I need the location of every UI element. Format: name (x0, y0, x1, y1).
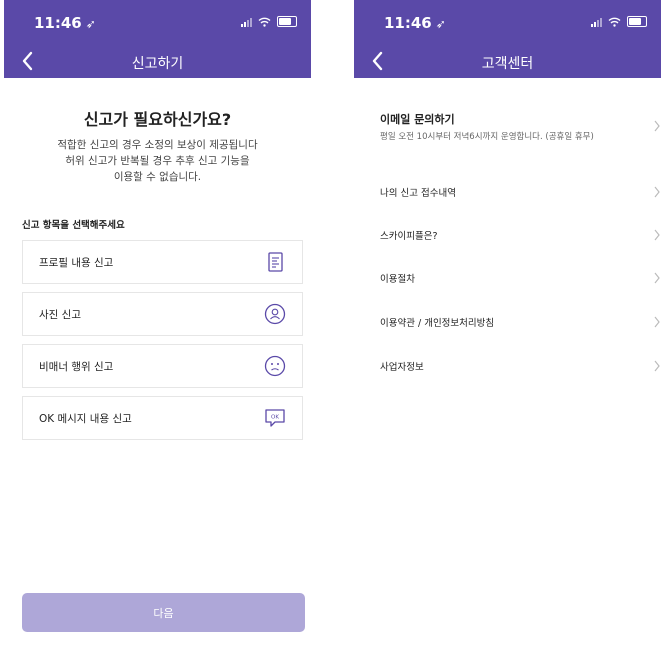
option-label: 프로필 내용 신고 (39, 256, 114, 269)
chevron-right-icon (654, 120, 660, 132)
option-label: OK 메시지 내용 신고 (39, 412, 132, 425)
description-line: 허위 신고가 반복될 경우 추후 신고 기능을 (65, 155, 250, 167)
support-item-about[interactable]: 스카이피플은? (354, 219, 661, 253)
report-description: 적합한 신고의 경우 소정의 보상이 제공됩니다 허위 신고가 반복될 경우 추… (4, 137, 311, 185)
ok-icon-text: OK (271, 415, 279, 421)
description-line: 적합한 신고의 경우 소정의 보상이 제공됩니다 (57, 139, 258, 151)
person-icon (264, 303, 286, 325)
support-item-procedure[interactable]: 이용절차 (354, 262, 661, 296)
option-manner-report[interactable]: 비매너 행위 신고 (22, 344, 303, 388)
option-ok-message-report[interactable]: OK 메시지 내용 신고 OK (22, 396, 303, 440)
option-profile-report[interactable]: 프로필 내용 신고 (22, 240, 303, 284)
ok-message-icon: OK (265, 409, 285, 427)
support-item-label: 나의 신고 접수내역 (380, 188, 456, 199)
option-label: 사진 신고 (39, 308, 81, 321)
report-screen: 11:46 ➶ 신고하기 신고가 필요하신가요? 적합한 신고의 경우 소정의 보… (4, 0, 311, 662)
email-inquiry-label: 이메일 문의하기 (380, 113, 455, 126)
support-item-business-info[interactable]: 사업자정보 (354, 350, 661, 384)
next-button[interactable]: 다음 (22, 593, 305, 632)
status-icons (591, 16, 647, 27)
location-arrow-icon: ➶ (85, 17, 96, 31)
document-icon (268, 252, 283, 272)
email-inquiry-item[interactable]: 이메일 문의하기 평일 오전 10시부터 저녁6시까지 운영합니다. (공휴일 … (354, 108, 661, 148)
chevron-right-icon (654, 272, 660, 284)
header-title: 고객센터 (481, 56, 534, 72)
page-title: 신고가 필요하신가요? (83, 110, 232, 129)
chevron-right-icon (654, 229, 660, 241)
signal-icon (241, 17, 252, 27)
status-time: 11:46 ➶ (384, 14, 446, 32)
wifi-icon (258, 17, 271, 27)
email-inquiry-hours: 평일 오전 10시부터 저녁6시까지 운영합니다. (공휴일 휴무) (380, 132, 594, 142)
battery-icon (627, 16, 647, 27)
battery-icon (277, 16, 297, 27)
description-line: 이용할 수 없습니다. (113, 171, 202, 183)
support-screen: 11:46 ➶ 고객센터 이메일 문의하기 평일 오전 10시부터 저녁6시까지 … (354, 0, 661, 662)
wifi-icon (608, 17, 621, 27)
header-title: 신고하기 (131, 56, 184, 72)
support-item-label: 이용약관 / 개인정보처리방침 (380, 318, 495, 329)
chevron-right-icon (654, 316, 660, 328)
report-header: 11:46 ➶ 신고하기 (4, 0, 311, 78)
chevron-right-icon (654, 360, 660, 372)
sad-face-icon (264, 355, 286, 377)
status-time: 11:46 ➶ (34, 14, 96, 32)
section-label: 신고 항목을 선택해주세요 (22, 220, 125, 231)
status-time-text: 11:46 (384, 14, 432, 32)
support-item-label: 이용절차 (380, 274, 415, 285)
support-item-label: 사업자정보 (380, 362, 424, 373)
option-photo-report[interactable]: 사진 신고 (22, 292, 303, 336)
support-item-my-reports[interactable]: 나의 신고 접수내역 (354, 176, 661, 210)
option-label: 비매너 행위 신고 (39, 360, 114, 373)
support-item-terms[interactable]: 이용약관 / 개인정보처리방침 (354, 306, 661, 340)
support-header: 11:46 ➶ 고객센터 (354, 0, 661, 78)
location-arrow-icon: ➶ (435, 17, 446, 31)
status-time-text: 11:46 (34, 14, 82, 32)
signal-icon (591, 17, 602, 27)
chevron-right-icon (654, 186, 660, 198)
support-item-label: 스카이피플은? (380, 231, 438, 242)
status-icons (241, 16, 297, 27)
